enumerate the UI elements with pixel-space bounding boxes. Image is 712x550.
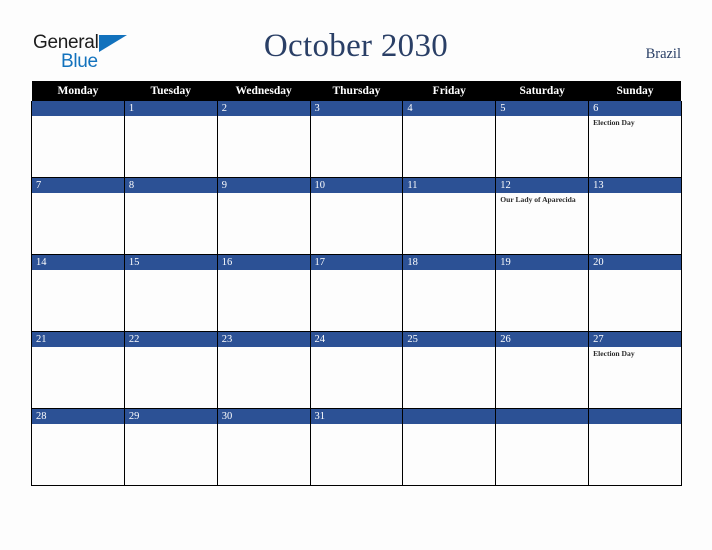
date-number: 4 (403, 101, 496, 116)
weekday-header-tuesday: Tuesday (124, 81, 218, 101)
day-cell-21[interactable]: 21 (31, 331, 125, 409)
weekday-header-sunday: Sunday (588, 81, 682, 101)
day-cell-31[interactable]: 31 (309, 408, 404, 486)
day-cell-14[interactable]: 14 (31, 254, 125, 332)
day-cell-22[interactable]: 22 (123, 331, 218, 409)
date-number: 3 (310, 101, 403, 116)
date-number: 9 (217, 178, 310, 193)
date-number: 15 (124, 255, 217, 270)
date-number (403, 409, 496, 424)
calendar-page: General Blue October 2030 Brazil Monday T… (0, 0, 712, 550)
day-cell-13[interactable]: 13 (588, 177, 682, 255)
date-number: 18 (403, 255, 496, 270)
date-number: 24 (310, 332, 403, 347)
day-cell-6[interactable]: 6 Election Day (588, 101, 682, 178)
day-cell-17[interactable]: 17 (309, 254, 404, 332)
date-number: 8 (124, 178, 217, 193)
event-list: Our Lady of Aparecida (496, 193, 588, 205)
date-number: 10 (310, 178, 403, 193)
day-cell-28[interactable]: 28 (31, 408, 125, 486)
date-number: 1 (124, 101, 217, 116)
date-number: 29 (124, 409, 217, 424)
date-number: 16 (217, 255, 310, 270)
date-number: 20 (589, 255, 681, 270)
day-cell-27[interactable]: 27 Election Day (588, 331, 682, 409)
day-cell-empty[interactable] (588, 408, 682, 486)
day-cell-24[interactable]: 24 (309, 331, 404, 409)
date-number: 26 (496, 332, 589, 347)
calendar-week-row: 14 15 16 17 18 19 20 (31, 254, 682, 332)
page-header: General Blue October 2030 Brazil (0, 0, 712, 80)
day-cell-9[interactable]: 9 (216, 177, 311, 255)
day-cell-2[interactable]: 2 (216, 101, 311, 178)
date-number: 25 (403, 332, 496, 347)
date-number: 23 (217, 332, 310, 347)
date-number: 31 (310, 409, 403, 424)
weekday-header-wednesday: Wednesday (217, 81, 311, 101)
weekday-header-monday: Monday (31, 81, 125, 101)
page-title: October 2030 (263, 28, 449, 64)
day-cell-8[interactable]: 8 (123, 177, 218, 255)
date-number: 19 (496, 255, 589, 270)
date-number: 6 (589, 101, 681, 116)
day-cell-empty[interactable] (402, 408, 497, 486)
day-cell-25[interactable]: 25 (402, 331, 497, 409)
day-cell-5[interactable]: 5 (495, 101, 590, 178)
weekday-header-saturday: Saturday (495, 81, 589, 101)
day-cell-10[interactable]: 10 (309, 177, 404, 255)
calendar-grid: Monday Tuesday Wednesday Thursday Friday Satu… (31, 81, 682, 486)
day-cell-empty[interactable] (495, 408, 590, 486)
date-number: 21 (32, 332, 124, 347)
day-cell-15[interactable]: 15 (123, 254, 218, 332)
date-number: 22 (124, 332, 217, 347)
calendar-week-row: 28 29 30 31 (31, 408, 682, 486)
date-number: 17 (310, 255, 403, 270)
calendar-week-row: 21 22 23 24 25 26 27 Election Day (31, 331, 682, 409)
day-cell-3[interactable]: 3 (309, 101, 404, 178)
event-label: Our Lady of Aparecida (500, 195, 576, 204)
event-label: Election Day (593, 118, 635, 127)
date-number: 7 (32, 178, 124, 193)
country-label: Brazil (645, 46, 681, 62)
day-cell-19[interactable]: 19 (495, 254, 590, 332)
day-cell-18[interactable]: 18 (402, 254, 497, 332)
day-cell-26[interactable]: 26 (495, 331, 590, 409)
event-list: Election Day (589, 347, 681, 359)
date-number: 14 (32, 255, 124, 270)
day-cell-29[interactable]: 29 (123, 408, 218, 486)
day-cell-1[interactable]: 1 (123, 101, 218, 178)
date-number: 12 (496, 178, 589, 193)
date-number: 11 (403, 178, 496, 193)
event-label: Election Day (593, 349, 635, 358)
day-cell-20[interactable]: 20 (588, 254, 682, 332)
date-number: 13 (589, 178, 681, 193)
date-number: 5 (496, 101, 589, 116)
day-cell-empty[interactable] (31, 101, 125, 178)
date-number: 27 (589, 332, 681, 347)
weekday-header-thursday: Thursday (310, 81, 403, 101)
day-cell-23[interactable]: 23 (216, 331, 311, 409)
date-number (496, 409, 589, 424)
day-cell-11[interactable]: 11 (402, 177, 497, 255)
event-list: Election Day (589, 116, 681, 128)
day-cell-7[interactable]: 7 (31, 177, 125, 255)
calendar-header-row: Monday Tuesday Wednesday Thursday Friday Satu… (31, 81, 682, 101)
calendar-body: 1 2 3 4 5 6 Election Day 7 8 9 10 11 12 Our Lady of A… (31, 101, 682, 486)
date-number: 2 (217, 101, 310, 116)
day-cell-4[interactable]: 4 (402, 101, 497, 178)
day-cell-12[interactable]: 12 Our Lady of Aparecida (495, 177, 590, 255)
day-cell-30[interactable]: 30 (216, 408, 311, 486)
calendar-week-row: 7 8 9 10 11 12 Our Lady of Aparecida 13 (31, 177, 682, 255)
date-number: 28 (32, 409, 124, 424)
date-number: 30 (217, 409, 310, 424)
day-cell-16[interactable]: 16 (216, 254, 311, 332)
calendar-table: Monday Tuesday Wednesday Thursday Friday Satu… (31, 81, 682, 486)
date-number (32, 101, 124, 116)
calendar-week-row: 1 2 3 4 5 6 Election Day (31, 101, 682, 178)
date-number (589, 409, 681, 424)
weekday-header-friday: Friday (402, 81, 496, 101)
